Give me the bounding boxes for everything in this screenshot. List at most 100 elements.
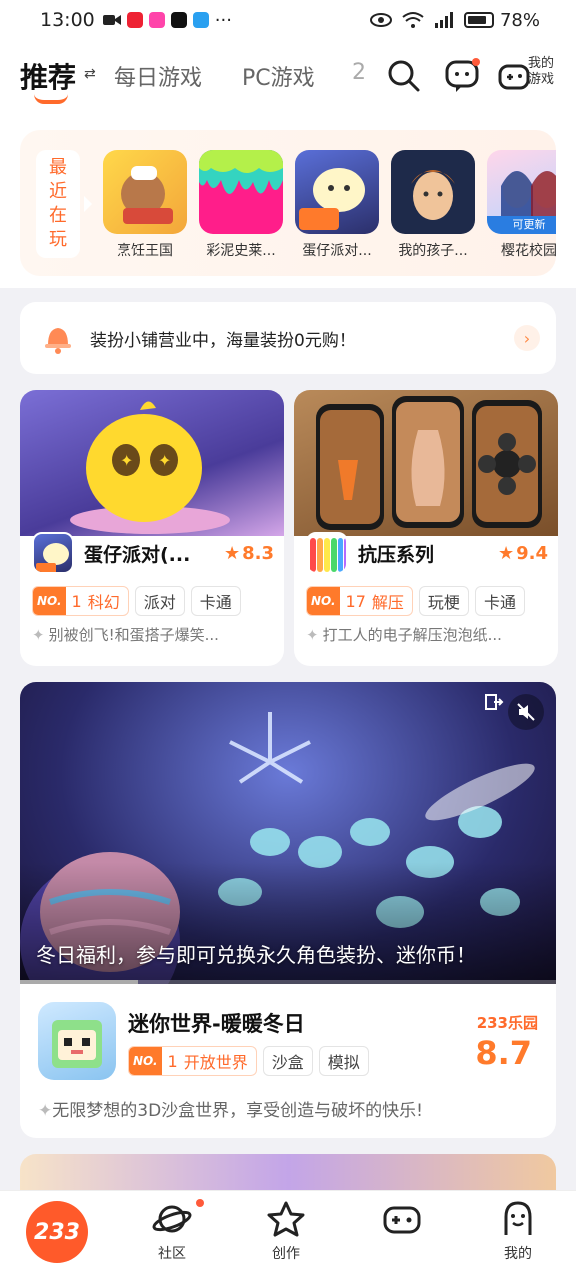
gamepad-icon[interactable] <box>498 58 530 94</box>
mute-button[interactable] <box>508 694 544 730</box>
rank-no-label: NO. <box>129 1047 162 1075</box>
rank-tag[interactable]: NO. 1 开放世界 <box>128 1046 257 1076</box>
nav-label: 社区 <box>158 1246 186 1262</box>
status-time: 13:00 <box>40 9 95 31</box>
signal-icon <box>434 12 453 28</box>
game-card[interactable]: ✦ ✦ 蛋仔派对(... ★ 8.3 NO. 1 科幻 派对 卡通 ✦ 别被创飞!… <box>20 390 284 666</box>
game-description-text: 打工人的电子解压泡泡纸... <box>322 626 502 644</box>
game-rating: ★ 9.4 <box>498 543 548 564</box>
top-header: 推荐 ⇄ 每日游戏 PC游戏 2 我的游戏 <box>0 40 576 120</box>
featured-description: ✦无限梦想的3D沙盒世界，享受创造与破坏的快乐! <box>38 1096 423 1121</box>
wifi-icon <box>402 12 424 28</box>
recent-game-item[interactable]: 蛋仔派对... <box>294 150 380 260</box>
game-description: ✦ 打工人的电子解压泡泡纸... <box>306 624 546 645</box>
game-icon <box>32 532 74 574</box>
nav-community[interactable]: 社区 <box>132 1199 212 1263</box>
promo-notice-bar[interactable]: 装扮小铺营业中，海量装扮0元购！ › <box>20 302 556 374</box>
game-tags: NO. 1 科幻 派对 卡通 <box>32 586 241 616</box>
game-rating: ★ 8.3 <box>224 543 274 564</box>
battery-percent: 78% <box>499 9 540 31</box>
recent-game-item[interactable]: 彩泥史莱... <box>198 150 284 260</box>
game-thumbnail <box>103 150 187 234</box>
sparkle-icon: ✦ <box>32 626 45 644</box>
label-pointer <box>84 196 92 212</box>
video-caption: 冬日福利，参与即可兑换永久角色装扮、迷你币！ <box>36 943 476 967</box>
video-progress-bar[interactable] <box>20 980 556 984</box>
community-unread-dot <box>196 1199 204 1207</box>
genre-tag[interactable]: 模拟 <box>318 1046 369 1076</box>
notice-arrow-icon[interactable]: › <box>514 325 540 351</box>
recent-game-item[interactable]: 烹饪王国 <box>102 150 188 260</box>
notice-text: 装扮小铺营业中，海量装扮0元购！ <box>90 330 356 351</box>
recently-played-label: 最近在玩 <box>36 150 80 258</box>
game-cover-image <box>294 390 558 536</box>
tab-pc-games[interactable]: PC游戏 <box>242 60 315 92</box>
rank-no-label: NO. <box>307 587 340 615</box>
game-title: 蛋仔派对(... <box>84 543 191 566</box>
recently-played-section: 最近在玩 烹饪王国 彩泥史莱... 蛋仔派对... 我的孩子... 可更新 樱花… <box>0 120 576 288</box>
home-tab-button[interactable]: 233 <box>26 1201 88 1263</box>
rank-tag[interactable]: NO. 1 科幻 <box>32 586 129 616</box>
rank-category: 开放世界 <box>183 1053 248 1072</box>
game-description: ✦ 别被创飞!和蛋搭子爆笑... <box>32 624 272 645</box>
recent-game-name: 彩泥史莱... <box>206 243 276 259</box>
recent-game-name: 烹饪王国 <box>117 243 173 259</box>
tab-recommend[interactable]: 推荐 <box>20 56 76 96</box>
switch-arrows-icon: ⇄ <box>84 66 96 82</box>
nav-label: 创作 <box>272 1246 300 1262</box>
rank-number: 17 <box>345 591 366 611</box>
nav-profile[interactable]: 我的 <box>478 1199 558 1263</box>
svg-text:✦: ✦ <box>158 451 171 470</box>
sparkle-icon: ✦ <box>306 626 319 644</box>
bottom-navigation: 233 社区 创作 我的 <box>0 1190 576 1280</box>
featured-score: 8.7 <box>475 1034 532 1072</box>
search-icon[interactable] <box>386 58 422 94</box>
game-cover-image: ✦ ✦ <box>20 390 284 536</box>
recent-game-item[interactable]: 可更新 樱花校园 <box>486 150 556 260</box>
nav-games[interactable] <box>362 1199 442 1243</box>
gift-notification-icon <box>148 12 165 28</box>
game-tags: NO. 17 解压 玩梗 卡通 <box>306 586 525 616</box>
game-thumbnail <box>199 150 283 234</box>
rank-no-label: NO. <box>33 587 66 615</box>
star-create-icon <box>267 1201 305 1237</box>
genre-tag[interactable]: 卡通 <box>474 586 525 616</box>
battery-indicator: 78% <box>463 9 540 31</box>
tab-daily-games[interactable]: 每日游戏 <box>114 60 202 92</box>
genre-tag[interactable]: 玩梗 <box>418 586 469 616</box>
rating-value: 8.3 <box>242 542 274 564</box>
search-app-notification-icon <box>192 12 209 28</box>
bell-icon <box>45 328 71 354</box>
video-icon <box>102 15 121 25</box>
my-games-label[interactable]: 我的游戏 <box>528 56 564 88</box>
rank-number: 1 <box>71 591 82 611</box>
star-icon: ★ <box>497 542 515 564</box>
featured-game-card[interactable]: 冬日福利，参与即可兑换永久角色装扮、迷你币！ 迷你世界-暖暖冬日 NO. 1 开… <box>20 682 556 1138</box>
recently-played-card: 最近在玩 烹饪王国 彩泥史莱... 蛋仔派对... 我的孩子... 可更新 樱花… <box>20 130 556 276</box>
app-notification-icon <box>126 12 143 28</box>
game-card[interactable]: 抗压系列 ★ 9.4 NO. 17 解压 玩梗 卡通 ✦ 打工人的电子解压泡泡纸.… <box>294 390 558 666</box>
recent-game-name: 我的孩子... <box>398 243 468 259</box>
nav-create[interactable]: 创作 <box>246 1199 326 1263</box>
genre-tag[interactable]: 派对 <box>134 586 185 616</box>
game-icon <box>38 1002 116 1080</box>
game-title: 抗压系列 <box>358 543 435 566</box>
score-source-label: 233乐园 <box>476 1014 538 1032</box>
video-player[interactable]: 冬日福利，参与即可兑换永久角色装扮、迷你币！ <box>20 682 556 984</box>
exit-icon[interactable] <box>484 692 504 712</box>
rank-tag[interactable]: NO. 17 解压 <box>306 586 413 616</box>
featured-description-text: 无限梦想的3D沙盒世界，享受创造与破坏的快乐! <box>52 1101 423 1121</box>
genre-tag[interactable]: 卡通 <box>190 586 241 616</box>
game-thumbnail: 可更新 <box>487 150 556 234</box>
battery-icon <box>463 12 494 28</box>
recent-game-item[interactable]: 我的孩子... <box>390 150 476 260</box>
genre-tag[interactable]: 沙盒 <box>262 1046 313 1076</box>
game-description-text: 别被创飞!和蛋搭子爆笑... <box>48 626 219 644</box>
game-icon <box>306 532 348 574</box>
active-tab-indicator <box>34 94 68 104</box>
recent-game-name: 樱花校园 <box>501 243 556 259</box>
status-bar: 13:00 ··· 78% <box>0 0 576 40</box>
planet-icon <box>152 1205 192 1233</box>
tab-more[interactable]: 2 <box>352 60 366 85</box>
status-notification-icons: ··· <box>102 10 232 31</box>
